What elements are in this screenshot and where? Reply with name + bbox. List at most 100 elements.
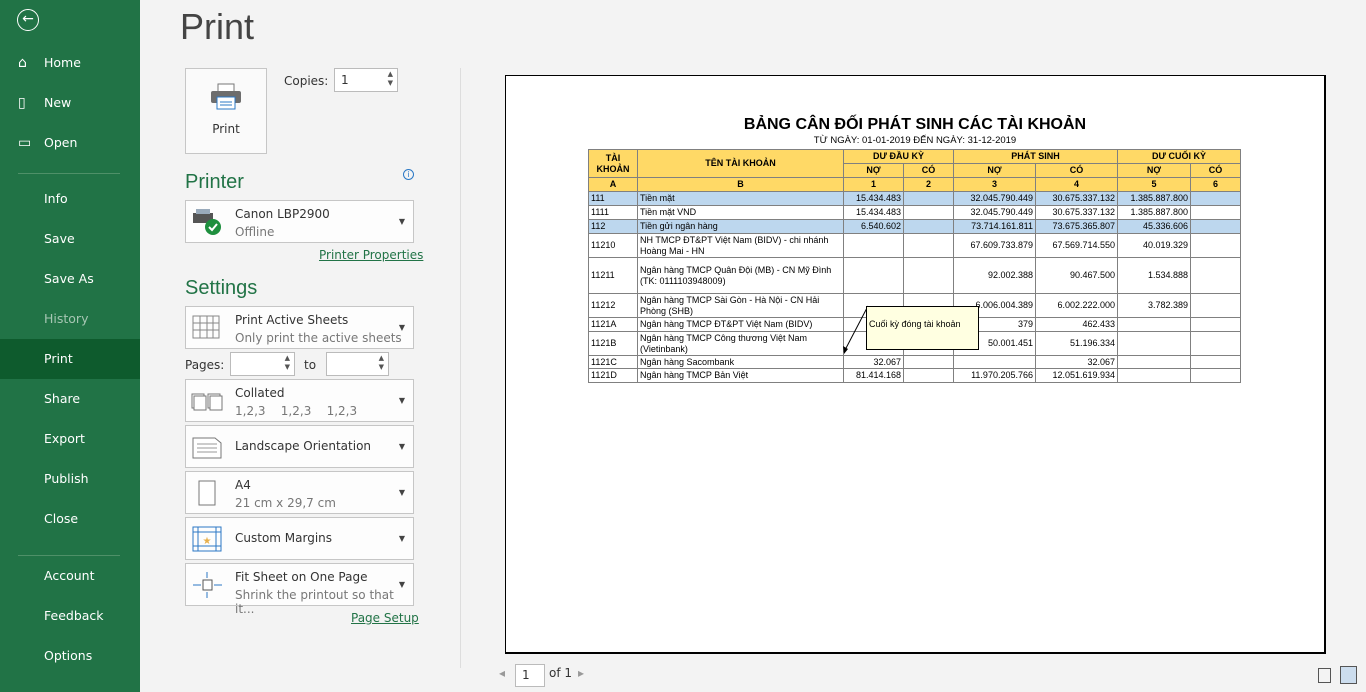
nav-label: Publish (44, 471, 89, 486)
nav-options[interactable]: Options (0, 636, 140, 676)
copies-input[interactable]: 1 ▲ ▼ (334, 68, 398, 92)
scaling-title: Fit Sheet on One Page (235, 570, 368, 584)
column-code: 4 (1035, 177, 1118, 192)
printer-dropdown[interactable]: Canon LBP2900 Offline ▼ (185, 200, 414, 243)
print-what-dropdown[interactable]: Print Active Sheets Only print the activ… (185, 306, 414, 349)
settings-heading: Settings (185, 277, 258, 299)
margins-dropdown[interactable]: ★ Custom Margins ▼ (185, 517, 414, 560)
nav-label: History (44, 311, 89, 326)
amount-cell: 73.714.161.811 (953, 219, 1036, 234)
info-icon[interactable]: i (403, 169, 414, 180)
amount-cell (1117, 355, 1191, 369)
account-code: 1121C (588, 355, 638, 369)
nav-label: Home (44, 55, 81, 70)
print-what-title: Print Active Sheets (235, 313, 349, 327)
copies-label: Copies: (284, 74, 329, 88)
amount-cell: 51.196.334 (1035, 331, 1118, 356)
amount-cell (843, 233, 904, 258)
prev-page-button[interactable]: ◂ (499, 666, 505, 680)
page-number-input[interactable]: 1 (515, 664, 545, 687)
next-page-button[interactable]: ▸ (578, 666, 584, 680)
printer-properties-link[interactable]: Printer Properties (319, 248, 423, 262)
nav-new[interactable]: ▯ New (0, 83, 140, 123)
nav-feedback[interactable]: Feedback (0, 596, 140, 636)
pages-to-label: to (304, 358, 317, 372)
header-credit: CÓ (1190, 163, 1241, 178)
page-setup-link[interactable]: Page Setup (351, 611, 419, 625)
amount-cell: 30.675.337.132 (1035, 191, 1118, 206)
amount-cell: 92.002.388 (953, 257, 1036, 294)
nav-share[interactable]: Share (0, 379, 140, 419)
print-button[interactable]: Print (185, 68, 267, 154)
nav-save-as[interactable]: Save As (0, 259, 140, 299)
pages-from-spinner[interactable]: ▲ ▼ (285, 354, 290, 372)
amount-cell: 40.019.329 (1117, 233, 1191, 258)
collation-dropdown[interactable]: Collated 1,2,3 1,2,3 1,2,3 ▼ (185, 379, 414, 422)
account-code: 11211 (588, 257, 638, 294)
amount-cell (1190, 368, 1241, 383)
paper-size-title: A4 (235, 478, 251, 492)
amount-cell: 30.675.337.132 (1035, 205, 1118, 220)
back-arrow-icon[interactable]: ← (17, 9, 39, 31)
nav-history[interactable]: History (0, 299, 140, 339)
paper-size-dropdown[interactable]: A4 21 cm x 29,7 cm ▼ (185, 471, 414, 514)
collation-desc: 1,2,3 1,2,3 1,2,3 (235, 404, 358, 418)
amount-cell: 1.385.887.800 (1117, 205, 1191, 220)
amount-cell: 73.675.365.807 (1035, 219, 1118, 234)
printer-icon (211, 83, 241, 110)
home-icon: ⌂ (18, 55, 27, 71)
show-margins-icon[interactable] (1318, 668, 1331, 683)
scaling-dropdown[interactable]: Fit Sheet on One Page Shrink the printou… (185, 563, 414, 616)
copies-spinner[interactable]: ▲ ▼ (388, 70, 393, 88)
nav-publish[interactable]: Publish (0, 459, 140, 499)
nav-label: Feedback (44, 608, 104, 623)
nav-close[interactable]: Close (0, 499, 140, 539)
nav-account[interactable]: Account (0, 556, 140, 596)
account-name: Ngân hàng Sacombank (637, 355, 844, 369)
amount-cell (903, 368, 954, 383)
nav-label: Open (44, 135, 78, 150)
backstage-sidebar: ← ⌂ Home ▯ New ▭ Open Info Save Save As History Pr… (0, 0, 140, 692)
nav-label: Export (44, 431, 85, 446)
zoom-to-page-icon[interactable] (1340, 666, 1357, 684)
amount-cell: 32.045.790.449 (953, 191, 1036, 206)
page-number: 1 (522, 668, 530, 682)
amount-cell (1190, 205, 1241, 220)
amount-cell (1117, 368, 1191, 383)
account-name: Tiền gửi ngân hàng (637, 219, 844, 234)
nav-label: Print (44, 351, 73, 366)
nav-separator (18, 555, 120, 556)
nav-label: Close (44, 511, 79, 526)
orientation-dropdown[interactable]: Landscape Orientation ▼ (185, 425, 414, 468)
account-code: 1121D (588, 368, 638, 383)
nav-label: Account (44, 568, 95, 583)
print-what-desc: Only print the active sheets (235, 331, 402, 345)
table-row: 11210 NH TMCP ĐT&PT Việt Nam (BIDV) - chi… (588, 233, 1241, 258)
table-row: 111 Tiền mặt 15.434.483 32.045.790.449 30.67… (588, 191, 1241, 206)
amount-cell: 81.414.168 (843, 368, 904, 383)
nav-info[interactable]: Info (0, 179, 140, 219)
report-title: BẢNG CÂN ĐỐI PHÁT SINH CÁC TÀI KHOẢN (743, 116, 1087, 133)
nav-home[interactable]: ⌂ Home (0, 43, 140, 83)
nav-save[interactable]: Save (0, 219, 140, 259)
header-account: TÀI KHOẢN (588, 149, 638, 178)
print-preview-page: BẢNG CÂN ĐỐI PHÁT SINH CÁC TÀI KHOẢN TỪ … (505, 75, 1326, 654)
header-debit: NỢ (953, 163, 1036, 178)
nav-export[interactable]: Export (0, 419, 140, 459)
panel-divider (460, 68, 461, 668)
amount-cell: 45.336.606 (1117, 219, 1191, 234)
nav-label: Save As (44, 271, 94, 286)
account-code: 111 (588, 191, 638, 206)
amount-cell (1190, 293, 1241, 318)
pages-to-input[interactable]: ▲ ▼ (326, 352, 389, 376)
amount-cell (953, 355, 1036, 369)
amount-cell: 67.609.733.879 (953, 233, 1036, 258)
pages-from-input[interactable]: ▲ ▼ (230, 352, 295, 376)
nav-print[interactable]: Print (0, 339, 140, 379)
pages-to-spinner[interactable]: ▲ ▼ (379, 354, 384, 372)
amount-cell (843, 257, 904, 294)
nav-open[interactable]: ▭ Open (0, 123, 140, 163)
chevron-down-icon: ▼ (398, 323, 405, 332)
printer-ready-icon (193, 209, 221, 235)
svg-text:★: ★ (203, 536, 212, 547)
